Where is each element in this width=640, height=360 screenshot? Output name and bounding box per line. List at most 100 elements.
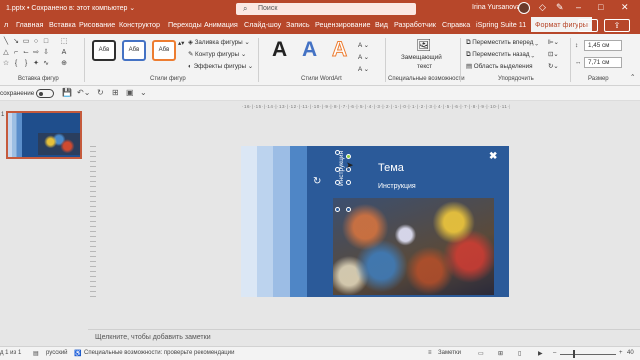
user-name[interactable]: Irina Yursanova xyxy=(472,4,521,11)
language[interactable]: русский xyxy=(46,350,68,356)
maximize-icon[interactable]: □ xyxy=(598,2,603,12)
diamond-icon[interactable]: ◇ xyxy=(539,2,546,13)
alt-text-line2[interactable]: текст xyxy=(417,63,432,70)
alt-text-icon[interactable]: 🖼 xyxy=(416,38,431,52)
tab-record[interactable]: Запись xyxy=(286,20,310,29)
bring-forward-button[interactable]: ⧉ Переместить вперед ⌄ xyxy=(466,39,538,47)
line-shape-icon[interactable]: ╲ xyxy=(2,38,10,46)
slide-title[interactable]: Тема xyxy=(378,162,404,174)
slide-canvas[interactable]: Тема Инструкция ✖ xyxy=(241,146,509,297)
minimize-icon[interactable]: – xyxy=(576,2,581,12)
document-title[interactable]: 1.pptx • Сохранено в: этот компьютер ⌄ xyxy=(6,4,135,12)
spellcheck-icon[interactable]: ▤ xyxy=(33,350,39,357)
star-small-shape-icon[interactable]: ✦ xyxy=(32,60,40,68)
rect-shape-icon[interactable]: ▭ xyxy=(22,38,30,46)
resize-handle[interactable] xyxy=(335,180,340,185)
tab-draw[interactable]: Рисование xyxy=(79,20,115,29)
zoom-slider[interactable] xyxy=(560,354,616,355)
resize-handle[interactable] xyxy=(346,180,351,185)
wordart-orange-outline[interactable]: A xyxy=(331,38,347,62)
shape-fill-button[interactable]: ◈ Заливка фигуры ⌄ xyxy=(188,39,250,46)
present-icon[interactable]: ⊞ xyxy=(112,88,119,97)
tab-design[interactable]: Конструктор xyxy=(119,20,160,29)
reading-view-icon[interactable]: ▯ xyxy=(518,350,521,357)
tab-developer[interactable]: Разработчик xyxy=(394,20,436,29)
style-sample-1[interactable]: Абв xyxy=(92,40,116,61)
resize-handle[interactable] xyxy=(335,167,340,172)
sorter-view-icon[interactable]: ⊞ xyxy=(498,350,503,357)
slide-photo[interactable] xyxy=(333,198,494,295)
notes-pane[interactable]: Щелкните, чтобы добавить заметки xyxy=(88,329,640,346)
bracket-shape-icon[interactable]: ⌐ xyxy=(12,49,20,57)
normal-view-icon[interactable]: ▭ xyxy=(478,350,484,357)
slideshow-icon[interactable]: ▣ xyxy=(126,88,134,97)
search-box[interactable]: ⌕ Поиск xyxy=(236,3,416,15)
group-objects-icon[interactable]: ⊡⌄ xyxy=(548,51,559,58)
close-icon[interactable]: ✕ xyxy=(621,2,629,13)
rotate-icon[interactable]: ↻⌄ xyxy=(548,63,559,70)
wordart-blue[interactable]: A xyxy=(302,38,317,62)
tab-file[interactable]: л xyxy=(4,20,8,29)
shape-outline-button[interactable]: ✎ Контур фигуры ⌄ xyxy=(188,51,246,58)
tab-insert[interactable]: Вставка xyxy=(49,20,76,29)
brace-shape-icon[interactable]: { xyxy=(12,60,20,68)
tab-slideshow[interactable]: Слайд-шоу xyxy=(244,20,281,29)
merge-shapes-icon[interactable]: ⊕ xyxy=(60,60,68,68)
zoom-out-icon[interactable]: – xyxy=(553,350,556,356)
tab-review[interactable]: Рецензирование xyxy=(315,20,371,29)
text-fill-icon[interactable]: A ⌄ xyxy=(358,42,369,49)
triangle-shape-icon[interactable]: △ xyxy=(2,49,10,57)
rotate-handle-icon[interactable]: ↻ xyxy=(313,176,321,187)
slide-subtitle[interactable]: Инструкция xyxy=(378,183,416,190)
down-arrow-shape-icon[interactable]: ⇩ xyxy=(42,49,50,57)
brace-right-shape-icon[interactable]: } xyxy=(22,60,30,68)
undo-icon[interactable]: ↶⌄ xyxy=(77,88,90,97)
customize-qat-icon[interactable]: ⌄ xyxy=(140,88,147,97)
alt-text-line1[interactable]: Замещающий xyxy=(401,54,442,61)
resize-handle[interactable] xyxy=(335,207,340,212)
text-outline-icon[interactable]: A ⌄ xyxy=(358,54,369,61)
notes-button[interactable]: Заметки xyxy=(438,350,461,356)
accessibility-status[interactable]: Специальные возможности: проверьте реком… xyxy=(84,350,234,356)
zoom-in-icon[interactable]: + xyxy=(619,350,623,356)
edit-shape-icon[interactable]: ⬚ xyxy=(60,38,68,46)
slide-thumbnail[interactable] xyxy=(6,111,82,159)
avatar[interactable] xyxy=(518,2,530,14)
style-sample-3[interactable]: Абв xyxy=(152,40,176,61)
right-arrow-shape-icon[interactable]: ⇨ xyxy=(32,49,40,57)
slideshow-view-icon[interactable]: ▶ xyxy=(538,350,543,357)
tab-view[interactable]: Вид xyxy=(375,20,388,29)
gallery-scroll-icon[interactable]: ▴▾ xyxy=(178,40,184,47)
tab-animation[interactable]: Анимация xyxy=(204,20,238,29)
height-field[interactable]: 1,45 см xyxy=(584,40,622,51)
align-icon[interactable]: ⊫⌄ xyxy=(548,39,559,46)
width-field[interactable]: 7,71 см xyxy=(584,57,622,68)
comments-icon[interactable]: ☐ xyxy=(578,19,598,32)
shape-effects-button[interactable]: ◐ Эффекты фигуры ⌄ xyxy=(188,63,253,70)
zoom-slider-thumb[interactable] xyxy=(573,350,575,358)
arrow-shape-icon[interactable]: ↘ xyxy=(12,38,20,46)
text-effects-icon[interactable]: A ⌄ xyxy=(358,66,369,73)
tab-transitions[interactable]: Переходы xyxy=(168,20,202,29)
resize-handle[interactable] xyxy=(335,150,340,155)
redo-icon[interactable]: ↻ xyxy=(97,88,104,97)
zoom-level[interactable]: 40 xyxy=(627,350,634,356)
tab-ispring[interactable]: iSpring Suite 11 xyxy=(476,20,526,29)
resize-handle[interactable] xyxy=(346,207,351,212)
star-shape-icon[interactable]: ☆ xyxy=(2,60,10,68)
accessibility-icon[interactable]: ♿ xyxy=(74,350,81,357)
send-backward-button[interactable]: ⧉ Переместить назад ⌄ xyxy=(466,51,534,59)
selection-pane-button[interactable]: ▤ Область выделения xyxy=(466,63,533,70)
tab-home[interactable]: Главная xyxy=(16,20,43,29)
style-sample-2[interactable]: Абв xyxy=(122,40,146,61)
square-shape-icon[interactable]: □ xyxy=(42,38,50,46)
pen-icon[interactable]: ✎ xyxy=(556,2,564,13)
textbox-icon[interactable]: A xyxy=(60,49,68,57)
close-x-icon[interactable]: ✖ xyxy=(489,151,497,162)
share-icon[interactable]: ⇪ xyxy=(604,19,630,32)
oval-shape-icon[interactable]: ○ xyxy=(32,38,40,46)
elbow-shape-icon[interactable]: ⌙ xyxy=(22,49,30,57)
autosave-toggle[interactable] xyxy=(36,89,54,98)
collapse-ribbon-icon[interactable]: ⌃ xyxy=(630,74,635,81)
adjust-handle[interactable] xyxy=(346,154,351,159)
